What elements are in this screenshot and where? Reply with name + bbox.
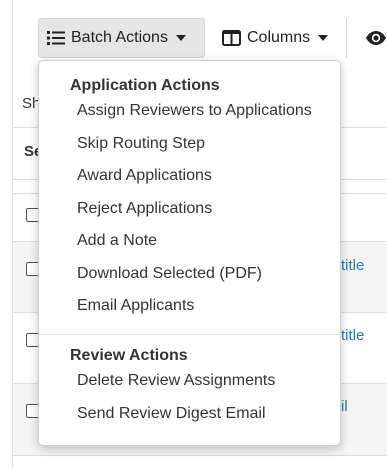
row-title-link[interactable]: title <box>341 257 364 274</box>
columns-button[interactable]: Columns <box>208 18 344 58</box>
caret-down-icon <box>318 35 329 41</box>
view-button[interactable] <box>346 18 387 58</box>
list-icon <box>47 30 65 46</box>
menu-item-download-pdf[interactable]: Download Selected (PDF) <box>77 265 262 283</box>
menu-item-skip-routing-step[interactable]: Skip Routing Step <box>77 135 205 153</box>
batch-actions-button[interactable]: Batch Actions <box>38 18 205 58</box>
row-divider <box>12 455 387 456</box>
eye-icon <box>365 30 387 46</box>
caret-down-icon <box>175 35 186 41</box>
menu-item-assign-reviewers[interactable]: Assign Reviewers to Applications <box>77 102 312 120</box>
batch-actions-menu: Application Actions Assign Reviewers to … <box>38 60 341 446</box>
menu-item-reject-applications[interactable]: Reject Applications <box>77 200 212 218</box>
row-title-link[interactable]: il <box>341 398 348 415</box>
menu-item-add-note[interactable]: Add a Note <box>77 232 157 250</box>
row-title-link[interactable]: title <box>341 327 364 344</box>
menu-item-delete-review-assignments[interactable]: Delete Review Assignments <box>77 372 275 390</box>
columns-icon <box>222 30 241 46</box>
menu-section-header: Application Actions <box>70 77 220 94</box>
menu-divider <box>39 334 340 335</box>
menu-item-email-applicants[interactable]: Email Applicants <box>77 297 194 315</box>
menu-section-header: Review Actions <box>70 347 188 364</box>
columns-label: Columns <box>247 29 311 46</box>
batch-actions-label: Batch Actions <box>71 29 168 46</box>
menu-item-award-applications[interactable]: Award Applications <box>77 167 212 185</box>
page: Sh Se title title il Batch Actions Colum… <box>0 0 387 468</box>
menu-item-send-review-digest[interactable]: Send Review Digest Email <box>77 405 266 423</box>
